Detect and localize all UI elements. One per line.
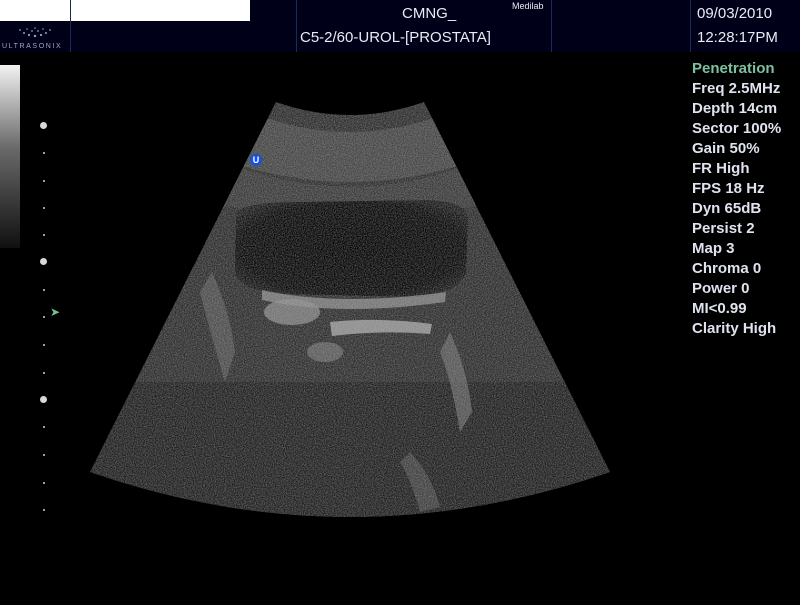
logo-text: ULTRASONIX xyxy=(2,43,63,50)
site-label: Medilab xyxy=(512,1,544,11)
param-frequency: Freq 2.5MHz xyxy=(692,80,781,97)
param-dynamic-range: Dyn 65dB xyxy=(692,200,762,217)
patient-name: CMNG_ xyxy=(402,5,457,22)
param-fps: FPS 18 Hz xyxy=(692,180,765,197)
param-chroma: Chroma 0 xyxy=(692,260,762,277)
preset-label: C5-2/60-UROL-[PROSTATA] xyxy=(300,29,491,46)
ultrasound-image: U xyxy=(0,52,690,600)
header-divider xyxy=(551,0,552,52)
param-persistence: Persist 2 xyxy=(692,220,755,237)
param-gain: Gain 50% xyxy=(692,140,760,157)
orientation-marker-icon: U xyxy=(250,154,262,166)
param-depth: Depth 14cm xyxy=(692,100,778,117)
imaging-parameters: Penetration Freq 2.5MHz Depth 14cm Secto… xyxy=(692,59,781,339)
exam-date: 09/03/2010 xyxy=(697,5,773,22)
exam-time: 12:28:17PM xyxy=(697,29,778,46)
header-divider xyxy=(70,0,71,52)
param-sector: Sector 100% xyxy=(692,120,782,137)
param-map: Map 3 xyxy=(692,240,735,257)
header-divider xyxy=(690,0,691,52)
ultrasonix-logo: ULTRASONIX xyxy=(2,20,68,52)
ultrasound-sector xyxy=(90,102,610,517)
logo-arc-icon xyxy=(19,27,51,38)
imaging-mode: Penetration xyxy=(692,60,775,77)
header-bar: ULTRASONIX CMNG_ Medilab C5-2/60-UROL-[P… xyxy=(0,0,800,52)
param-power: Power 0 xyxy=(692,280,750,297)
header-divider xyxy=(296,0,297,52)
param-clarity: Clarity High xyxy=(692,320,777,337)
param-frame-rate: FR High xyxy=(692,160,750,177)
patient-info-box xyxy=(0,0,250,21)
param-mechanical-index: MI<0.99 xyxy=(692,300,747,317)
